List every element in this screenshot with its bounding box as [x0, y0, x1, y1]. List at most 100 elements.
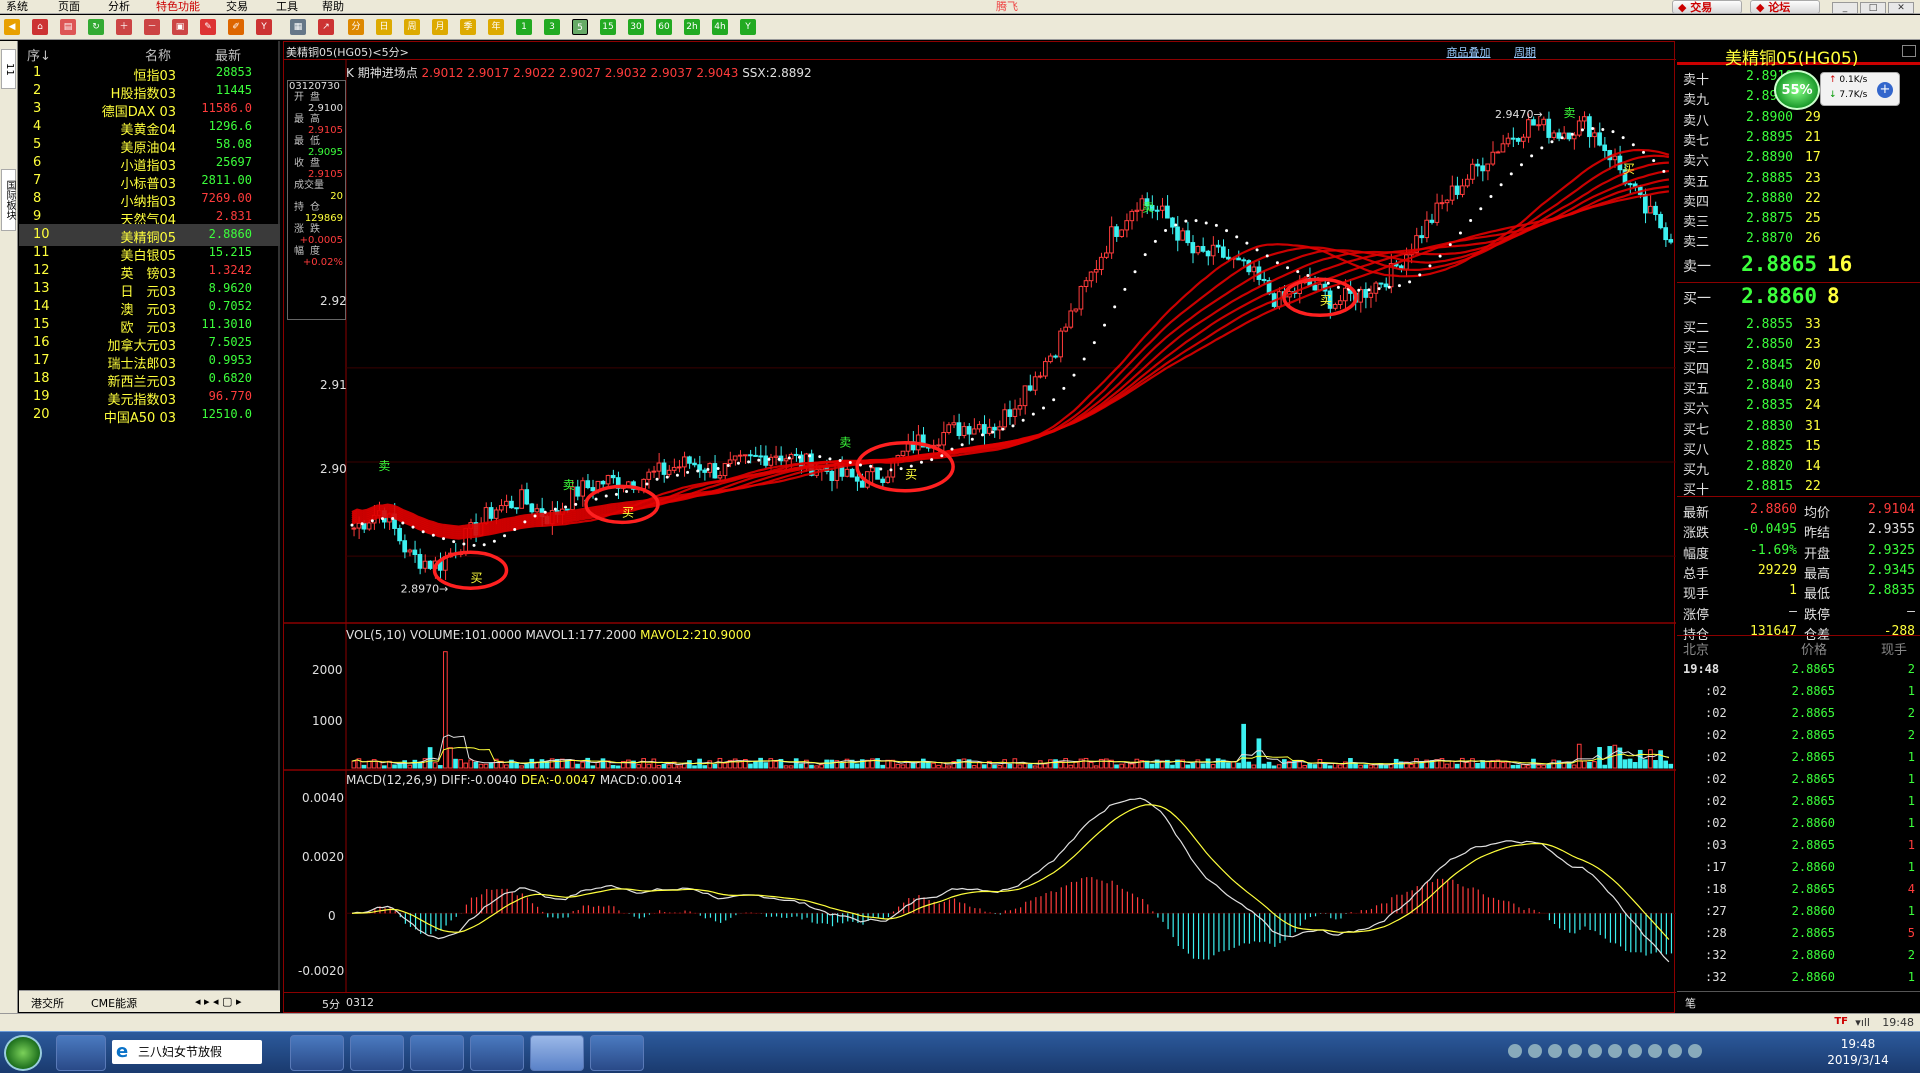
ticks-tab[interactable]: 笔: [1685, 995, 1696, 1011]
taskbar: e 三八妇女节放假 19:48 2019/3/14: [0, 1031, 1920, 1073]
menu-tools[interactable]: 工具: [276, 0, 298, 14]
bid-row[interactable]: 买八 2.8825 15: [1677, 437, 1920, 458]
table-icon[interactable]: ▦: [290, 19, 306, 35]
tray-bluetooth-icon[interactable]: [1648, 1044, 1662, 1058]
ask-row[interactable]: 卖六 2.8890 17: [1677, 148, 1920, 169]
clock[interactable]: 19:48 2019/3/14: [1818, 1036, 1898, 1068]
bid-row[interactable]: 买二 2.8855 33: [1677, 315, 1920, 336]
tray-flag-icon[interactable]: [1568, 1044, 1582, 1058]
period-60-button[interactable]: 60: [656, 19, 672, 35]
menu-page[interactable]: 页面: [58, 0, 80, 14]
tray-plus-icon[interactable]: [1688, 1044, 1702, 1058]
panel-toggle-icon[interactable]: [1902, 45, 1916, 57]
maximize-icon[interactable]: □: [1860, 2, 1886, 14]
chart-panel[interactable]: 卖买卖买卖买卖买卖买 2.9470→ 2.8970→ 美精铜05(HG05)<5分>…: [283, 41, 1676, 1014]
start-button[interactable]: [4, 1035, 42, 1071]
left-tab-international[interactable]: 国际板块: [1, 169, 16, 231]
white-dot: [1621, 136, 1625, 140]
taskbar-app-nox-icon[interactable]: [350, 1035, 404, 1071]
trade-button[interactable]: ◆ 交易: [1672, 0, 1742, 14]
folder-icon[interactable]: ▤: [60, 19, 76, 35]
chart-icon[interactable]: ↗: [318, 19, 334, 35]
window-icon[interactable]: ▣: [172, 19, 188, 35]
bid-row[interactable]: 买九 2.8820 14: [1677, 457, 1920, 478]
tray-keyboard-icon[interactable]: [1508, 1044, 1522, 1058]
menu-features[interactable]: 特色功能: [156, 0, 200, 14]
bid-row[interactable]: 买十 2.8815 22: [1677, 477, 1920, 498]
candle-body: [1078, 286, 1084, 310]
net-speed-widget[interactable]: ↑ 0.1K/s ↓ 7.7K/s + 55%: [1774, 68, 1904, 110]
taskbar-app-photos-icon[interactable]: [290, 1035, 344, 1071]
period-2h-button[interactable]: 2h: [684, 19, 700, 35]
forum-button[interactable]: ◆ 论坛: [1750, 0, 1820, 14]
white-dot: [686, 470, 690, 474]
tray-shield-icon[interactable]: [1528, 1044, 1542, 1058]
taskbar-search[interactable]: e 三八妇女节放假: [112, 1040, 262, 1064]
bid1-row[interactable]: 买一 2.8860 8: [1677, 284, 1920, 312]
candle-body: [1475, 163, 1480, 167]
period-15-button[interactable]: 15: [600, 19, 616, 35]
tab-cme-energy[interactable]: CME能源: [91, 995, 137, 1011]
volume-bar: [1602, 764, 1608, 769]
menu-trade[interactable]: 交易: [226, 0, 248, 14]
bid-row[interactable]: 买四 2.8845 20: [1677, 356, 1920, 377]
period-1-button[interactable]: 1: [516, 19, 532, 35]
period-tick-icon[interactable]: 分: [348, 19, 364, 35]
taskbar-app-browser-icon[interactable]: [470, 1035, 524, 1071]
volume-bar: [483, 763, 489, 769]
period-day-icon[interactable]: 日: [376, 19, 392, 35]
tab-hkex[interactable]: 港交所: [31, 995, 64, 1011]
tray-update-icon[interactable]: [1588, 1044, 1602, 1058]
bid-row[interactable]: 买七 2.8830 31: [1677, 417, 1920, 438]
period-5-button[interactable]: 5: [572, 19, 588, 35]
ask-row[interactable]: 卖四 2.8880 22: [1677, 189, 1920, 210]
ask1-row[interactable]: 卖一 2.8865 16: [1677, 252, 1920, 280]
period-4h-button[interactable]: 4h: [712, 19, 728, 35]
period-month-icon[interactable]: 月: [432, 19, 448, 35]
back-icon[interactable]: ◀: [4, 19, 20, 35]
taskbar-app-360-icon[interactable]: [56, 1035, 106, 1071]
tray-network-icon[interactable]: [1608, 1044, 1622, 1058]
zoom-in-icon[interactable]: ＋: [116, 19, 132, 35]
taskbar-app-ie-icon[interactable]: [590, 1035, 644, 1071]
tray-security-icon[interactable]: [1548, 1044, 1562, 1058]
ask-row[interactable]: 卖三 2.8875 25: [1677, 209, 1920, 230]
taskbar-app-trading-icon[interactable]: [530, 1035, 584, 1071]
period-quarter-icon[interactable]: 季: [460, 19, 476, 35]
period-link[interactable]: 周期: [1514, 46, 1536, 59]
menu-analysis[interactable]: 分析: [108, 0, 130, 14]
period-week-icon[interactable]: 周: [404, 19, 420, 35]
period-30-button[interactable]: 30: [628, 19, 644, 35]
chart-canvas[interactable]: 卖买卖买卖买卖买卖买2.9470→2.8970→: [284, 42, 1676, 1014]
ask-row[interactable]: 卖二 2.8870 26: [1677, 229, 1920, 251]
taskbar-app-plus-icon[interactable]: [410, 1035, 464, 1071]
bid-row[interactable]: 买五 2.8840 23: [1677, 376, 1920, 397]
plus-icon[interactable]: +: [1877, 82, 1893, 98]
ask-label: 卖二: [1683, 235, 1710, 251]
ask-row[interactable]: 卖五 2.8885 23: [1677, 169, 1920, 190]
pin-icon[interactable]: Y: [256, 19, 272, 35]
bid-row[interactable]: 买六 2.8835 24: [1677, 396, 1920, 417]
ask-row[interactable]: 卖八 2.8900 29: [1677, 108, 1920, 129]
menu-help[interactable]: 帮助: [322, 0, 344, 14]
tray-qq-icon[interactable]: [1668, 1044, 1682, 1058]
refresh-icon[interactable]: ↻: [88, 19, 104, 35]
ask-row[interactable]: 卖七 2.8895 21: [1677, 128, 1920, 149]
period-year-icon[interactable]: 年: [488, 19, 504, 35]
scroll-arrows[interactable]: ◂ ▸ ◂ ▢ ▸: [195, 995, 241, 1008]
period-year-button[interactable]: Y: [740, 19, 756, 35]
bid-row[interactable]: 买三 2.8850 23: [1677, 335, 1920, 356]
compare-link[interactable]: 商品叠加: [1447, 46, 1491, 59]
tray-volume-icon[interactable]: [1628, 1044, 1642, 1058]
brush-icon[interactable]: ✐: [228, 19, 244, 35]
candle-body: [946, 424, 952, 434]
home-icon[interactable]: ⌂: [32, 19, 48, 35]
minimize-icon[interactable]: _: [1832, 2, 1858, 14]
close-icon[interactable]: ✕: [1888, 2, 1914, 14]
pen-icon[interactable]: ✎: [200, 19, 216, 35]
left-tab-11[interactable]: 11: [1, 49, 16, 89]
watch-row[interactable]: 20 中国A50 03 12510.0: [19, 404, 280, 426]
zoom-out-icon[interactable]: －: [144, 19, 160, 35]
period-3-button[interactable]: 3: [544, 19, 560, 35]
menu-system[interactable]: 系统: [6, 0, 28, 14]
